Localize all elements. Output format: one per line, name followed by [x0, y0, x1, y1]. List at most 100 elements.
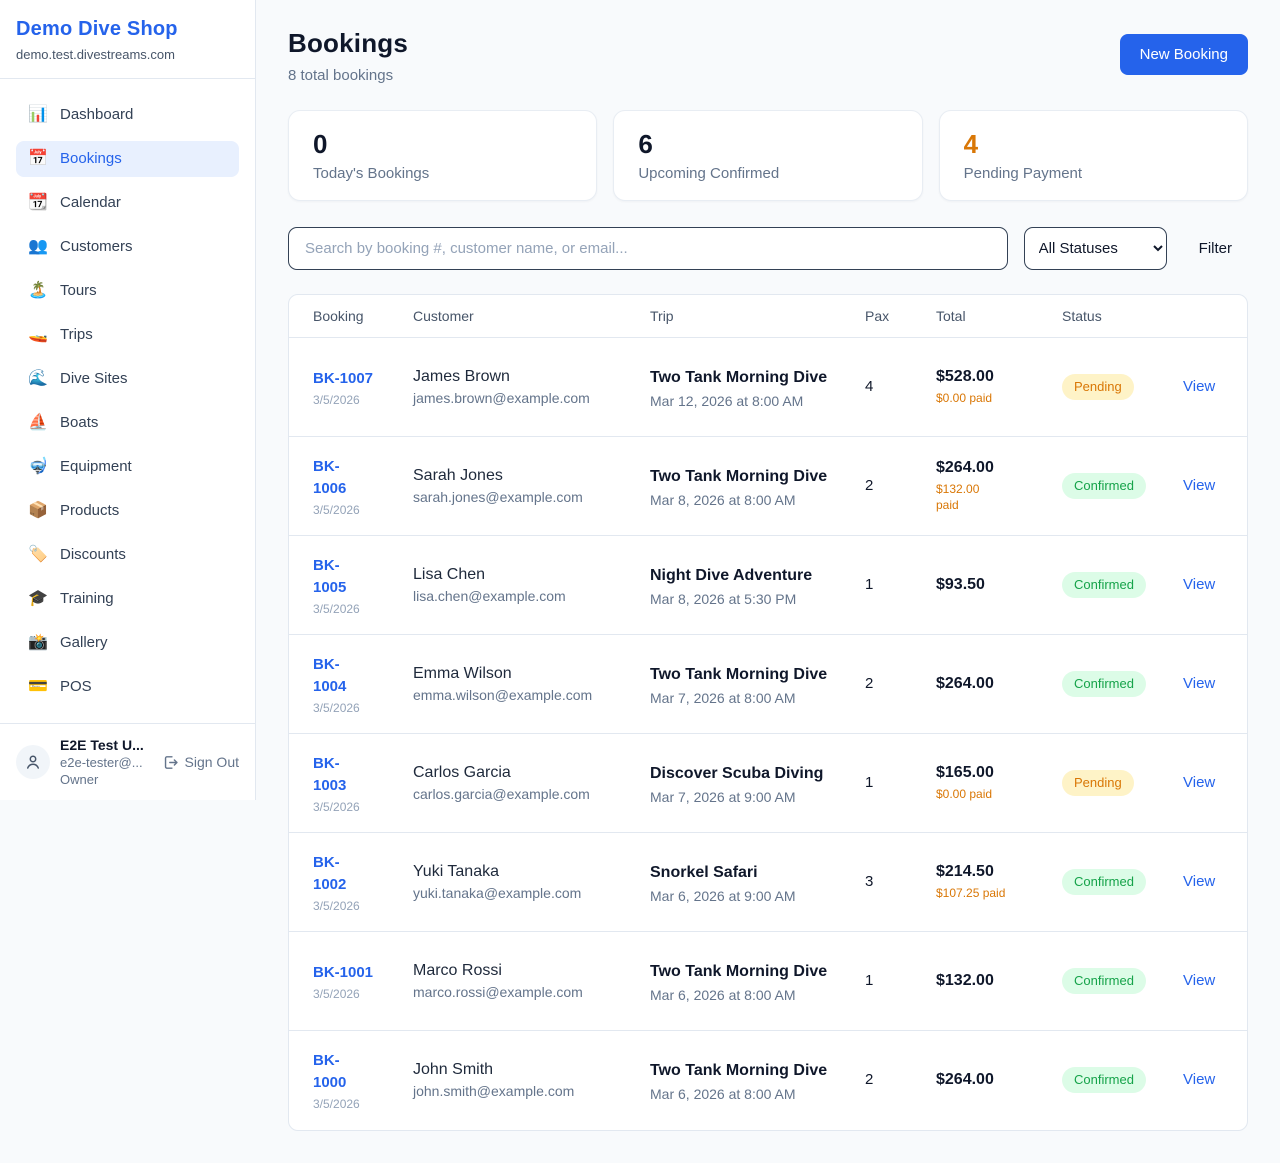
- total-amount: $264.00: [936, 459, 1038, 477]
- booking-id-link[interactable]: BK-1003: [313, 753, 346, 797]
- booking-cell: BK-10053/5/2026: [289, 536, 401, 635]
- dive-sites-wave-icon: 🌊: [28, 369, 48, 389]
- customer-name: Carlos Garcia: [413, 764, 626, 782]
- status-cell: Confirmed: [1050, 536, 1171, 635]
- booking-date: 3/5/2026: [313, 987, 389, 1001]
- status-badge: Confirmed: [1062, 1067, 1146, 1093]
- sidebar-item-gallery[interactable]: 📸 Gallery: [16, 625, 239, 661]
- sidebar-item-label: Gallery: [60, 633, 108, 653]
- sidebar-item-calendar[interactable]: 📆Calendar: [16, 185, 239, 221]
- booking-date: 3/5/2026: [313, 1097, 389, 1111]
- column-header-customer: Customer: [401, 295, 638, 338]
- sidebar-item-dashboard[interactable]: 📊Dashboard: [16, 97, 239, 133]
- trip-datetime: Mar 6, 2026 at 8:00 AM: [650, 1086, 841, 1102]
- total-cell: $93.50: [924, 536, 1050, 635]
- pax-value: 1: [865, 576, 873, 593]
- sidebar-item-boats[interactable]: ⛵Boats: [16, 405, 239, 441]
- booking-id-link[interactable]: BK-1007: [313, 368, 373, 390]
- sidebar-item-discounts[interactable]: 🏷️Discounts: [16, 537, 239, 573]
- sidebar-item-training[interactable]: 🎓Training: [16, 581, 239, 617]
- boats-sailboat-icon: ⛵: [28, 413, 48, 433]
- table-row: BK-10053/5/2026Lisa Chenlisa.chen@exampl…: [289, 536, 1248, 635]
- view-link[interactable]: View: [1183, 1071, 1215, 1088]
- sidebar-item-products[interactable]: 📦Products: [16, 493, 239, 529]
- total-amount: $132.00: [936, 972, 1038, 990]
- booking-cell: BK-1003 3/5/2026: [289, 734, 401, 833]
- shop-header: Demo Dive Shop demo.test.divestreams.com: [0, 0, 255, 79]
- view-link[interactable]: View: [1183, 972, 1215, 989]
- view-link[interactable]: View: [1183, 675, 1215, 692]
- pax-cell: 1: [853, 536, 924, 635]
- table-header: BookingCustomerTripPaxTotalStatus: [289, 295, 1248, 338]
- training-grad-cap-icon: 🎓: [28, 589, 48, 609]
- customer-cell: Marco Rossimarco.rossi@example.com: [401, 932, 638, 1031]
- sidebar-item-dive-sites[interactable]: 🌊Dive Sites: [16, 361, 239, 397]
- trip-name: Discover Scuba Diving: [650, 762, 841, 785]
- total-cell: $264.00: [924, 635, 1050, 734]
- sidebar-item-label: Calendar: [60, 193, 121, 213]
- actions-cell: View: [1171, 437, 1248, 536]
- customer-email: marco.rossi@example.com: [413, 984, 626, 1000]
- new-booking-button[interactable]: New Booking: [1120, 34, 1248, 75]
- stat-card-today-s-bookings: 0Today's Bookings: [288, 110, 597, 201]
- status-filter-select[interactable]: All Statuses: [1024, 227, 1167, 270]
- sidebar-item-pos[interactable]: 💳POS: [16, 669, 239, 705]
- sign-out-button[interactable]: Sign Out: [162, 754, 239, 771]
- total-cell: $214.50$107.25 paid: [924, 833, 1050, 932]
- sidebar-item-tours[interactable]: 🏝️Tours: [16, 273, 239, 309]
- booking-id-link[interactable]: BK-1005: [313, 555, 346, 599]
- pax-cell: 1: [853, 932, 924, 1031]
- booking-id-link[interactable]: BK-1001: [313, 962, 373, 984]
- view-link[interactable]: View: [1183, 576, 1215, 593]
- sidebar-item-equipment[interactable]: 🤿Equipment: [16, 449, 239, 485]
- bookings-calendar-icon: 📅: [28, 149, 48, 169]
- view-link[interactable]: View: [1183, 477, 1215, 494]
- booking-id-link[interactable]: BK-1004: [313, 654, 346, 698]
- sidebar-item-label: Equipment: [60, 457, 132, 477]
- stat-label: Pending Payment: [964, 165, 1223, 182]
- column-header-booking: Booking: [289, 295, 401, 338]
- page-header-text: Bookings 8 total bookings: [288, 28, 408, 84]
- sidebar: Demo Dive Shop demo.test.divestreams.com…: [0, 0, 256, 800]
- amount-paid: $107.25 paid: [936, 885, 1038, 901]
- shop-domain: demo.test.divestreams.com: [16, 47, 239, 62]
- sidebar-item-trips[interactable]: 🚤Trips: [16, 317, 239, 353]
- customer-email: emma.wilson@example.com: [413, 687, 626, 703]
- status-badge: Pending: [1062, 770, 1134, 796]
- shop-name: Demo Dive Shop: [16, 18, 239, 41]
- view-link[interactable]: View: [1183, 873, 1215, 890]
- column-header-trip: Trip: [638, 295, 853, 338]
- view-link[interactable]: View: [1183, 774, 1215, 791]
- status-cell: Pending: [1050, 338, 1171, 437]
- customer-email: john.smith@example.com: [413, 1083, 626, 1099]
- customer-email: lisa.chen@example.com: [413, 588, 626, 604]
- main-content: Bookings 8 total bookings New Booking 0T…: [256, 0, 1280, 1163]
- sign-out-label: Sign Out: [185, 754, 239, 770]
- booking-id-link[interactable]: BK-1006: [313, 456, 346, 500]
- trip-cell: Night Dive AdventureMar 8, 2026 at 5:30 …: [638, 536, 853, 635]
- gallery-camera-icon: 📸: [28, 633, 48, 653]
- search-input[interactable]: [288, 227, 1008, 270]
- filter-button[interactable]: Filter: [1183, 240, 1248, 257]
- booking-cell: BK-10073/5/2026: [289, 338, 401, 437]
- sidebar-item-label: POS: [60, 677, 92, 697]
- sign-out-icon: [162, 754, 179, 771]
- trip-datetime: Mar 7, 2026 at 8:00 AM: [650, 690, 841, 706]
- sidebar-item-customers[interactable]: 👥Customers: [16, 229, 239, 265]
- customer-cell: James Brownjames.brown@example.com: [401, 338, 638, 437]
- sidebar-item-bookings[interactable]: 📅Bookings: [16, 141, 239, 177]
- status-cell: Confirmed: [1050, 437, 1171, 536]
- booking-id-link[interactable]: BK-1002: [313, 852, 346, 896]
- actions-cell: View: [1171, 734, 1248, 833]
- total-amount: $93.50: [936, 576, 1038, 594]
- booking-cell: BK-10043/5/2026: [289, 635, 401, 734]
- actions-cell: View: [1171, 338, 1248, 437]
- booking-id-link[interactable]: BK-1000: [313, 1050, 346, 1094]
- customer-email: yuki.tanaka@example.com: [413, 885, 626, 901]
- view-link[interactable]: View: [1183, 378, 1215, 395]
- trip-name: Night Dive Adventure: [650, 564, 841, 587]
- trip-cell: Two Tank Morning DiveMar 8, 2026 at 8:00…: [638, 437, 853, 536]
- booking-date: 3/5/2026: [313, 800, 389, 814]
- column-header-status: Status: [1050, 295, 1171, 338]
- sidebar-nav: 📊Dashboard 📅Bookings 📆Calendar 👥Customers 🏝️…: [0, 79, 255, 723]
